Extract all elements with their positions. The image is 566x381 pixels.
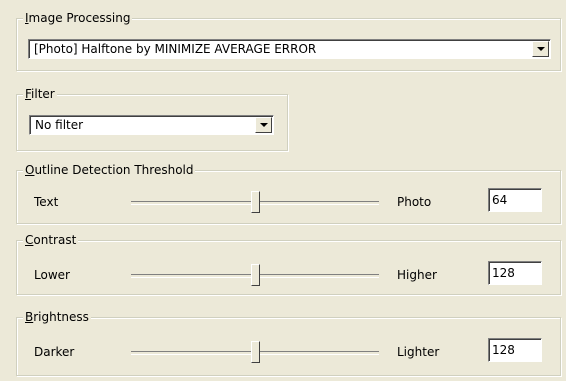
contrast-legend: Contrast (23, 232, 79, 248)
image-processing-group: Image Processing [Photo] Halftone by MIN… (16, 10, 561, 71)
image-processing-selected-value: [Photo] Halftone by MINIMIZE AVERAGE ERR… (34, 42, 317, 56)
brightness-value-input[interactable] (488, 338, 542, 362)
filter-group: Filter No filter (16, 86, 288, 151)
chevron-down-icon (536, 47, 545, 51)
contrast-slider-thumb[interactable] (250, 264, 260, 286)
brightness-group: Brightness Darker Lighter (16, 309, 561, 376)
brightness-slider-thumb[interactable] (250, 341, 260, 363)
outline-slider-thumb[interactable] (250, 191, 260, 213)
image-processing-legend: Image Processing (23, 10, 133, 26)
filter-selected-value: No filter (35, 118, 84, 132)
outline-high-label: Photo (397, 195, 432, 209)
outline-threshold-group: Outline Detection Threshold Text Photo (16, 162, 561, 224)
brightness-low-label: Darker (34, 345, 75, 359)
chevron-down-icon (259, 123, 268, 127)
image-processing-select[interactable]: [Photo] Halftone by MINIMIZE AVERAGE ERR… (28, 39, 551, 59)
outline-low-label: Text (34, 195, 59, 209)
contrast-group: Contrast Lower Higher (16, 232, 561, 295)
brightness-legend: Brightness (23, 309, 91, 325)
filter-legend: Filter (23, 86, 57, 102)
filter-select[interactable]: No filter (29, 115, 274, 135)
contrast-low-label: Lower (34, 268, 70, 282)
brightness-high-label: Lighter (397, 345, 440, 359)
contrast-high-label: Higher (397, 268, 437, 282)
outline-threshold-legend: Outline Detection Threshold (23, 162, 196, 178)
outline-threshold-input[interactable] (488, 188, 542, 212)
filter-dropdown-button[interactable] (255, 117, 272, 133)
contrast-value-input[interactable] (488, 261, 542, 285)
image-processing-dropdown-button[interactable] (532, 41, 549, 57)
